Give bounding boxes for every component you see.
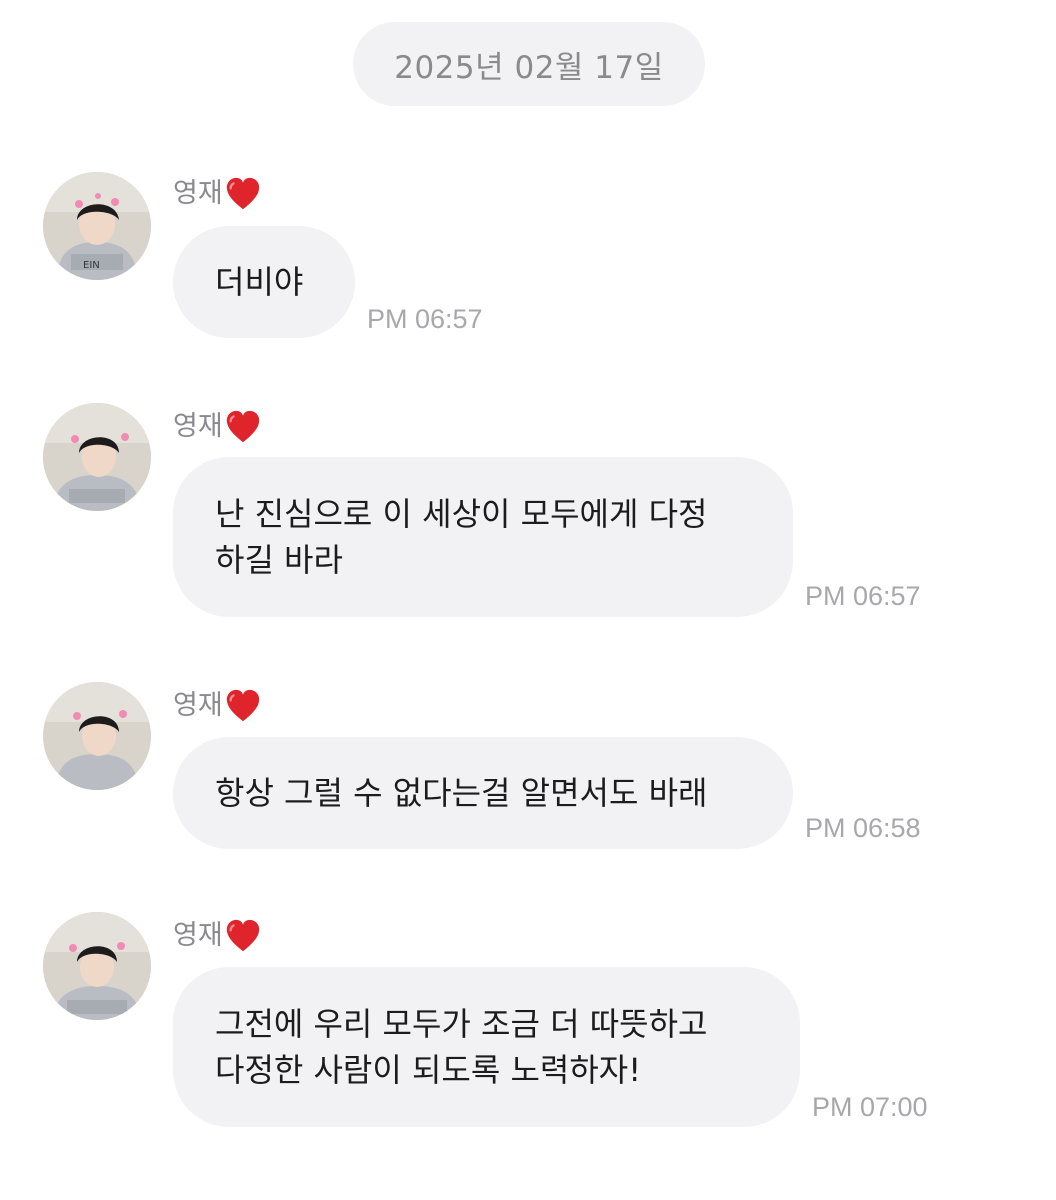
message-time: PM 06:57 [805,581,921,611]
avatar[interactable] [43,912,151,1020]
message-bubble[interactable]: 더비야 [173,226,355,338]
sender-row: 영재 [173,172,262,216]
message-bubble[interactable]: 난 진심으로 이 세상이 모두에게 다정 하길 바라 [173,457,793,617]
sender-name: 영재 [173,178,223,209]
avatar[interactable] [43,682,151,790]
message-text: 더비야 [215,263,304,301]
message-time: PM 06:57 [367,304,483,334]
sender-name: 영재 [173,920,223,951]
message-bubble[interactable]: 항상 그럴 수 없다는걸 알면서도 바래 [173,737,793,849]
message-text: 그전에 우리 모두가 조금 더 따뜻하고 다정한 사람이 되도록 노력하자! [215,1005,708,1089]
message-time: PM 06:58 [805,813,921,843]
sender-name: 영재 [173,690,223,721]
red-heart-icon [224,917,262,955]
red-heart-icon [224,175,262,213]
avatar[interactable] [43,403,151,511]
message-time: PM 07:00 [812,1092,928,1122]
sender-row: 영재 [173,914,262,958]
sender-row: 영재 [173,684,262,728]
svg-text:EIN: EIN [83,260,100,271]
message-bubble[interactable]: 그전에 우리 모두가 조금 더 따뜻하고 다정한 사람이 되도록 노력하자! [173,967,800,1127]
red-heart-icon [224,408,262,446]
message-text: 난 진심으로 이 세상이 모두에게 다정 하길 바라 [215,495,708,579]
avatar[interactable]: EIN [43,172,151,280]
sender-name: 영재 [173,411,223,442]
message-text: 항상 그럴 수 없다는걸 알면서도 바래 [215,774,708,812]
sender-row: 영재 [173,405,262,449]
red-heart-icon [224,687,262,725]
date-separator: 2025년 02월 17일 [353,22,705,106]
date-label: 2025년 02월 17일 [394,49,664,86]
